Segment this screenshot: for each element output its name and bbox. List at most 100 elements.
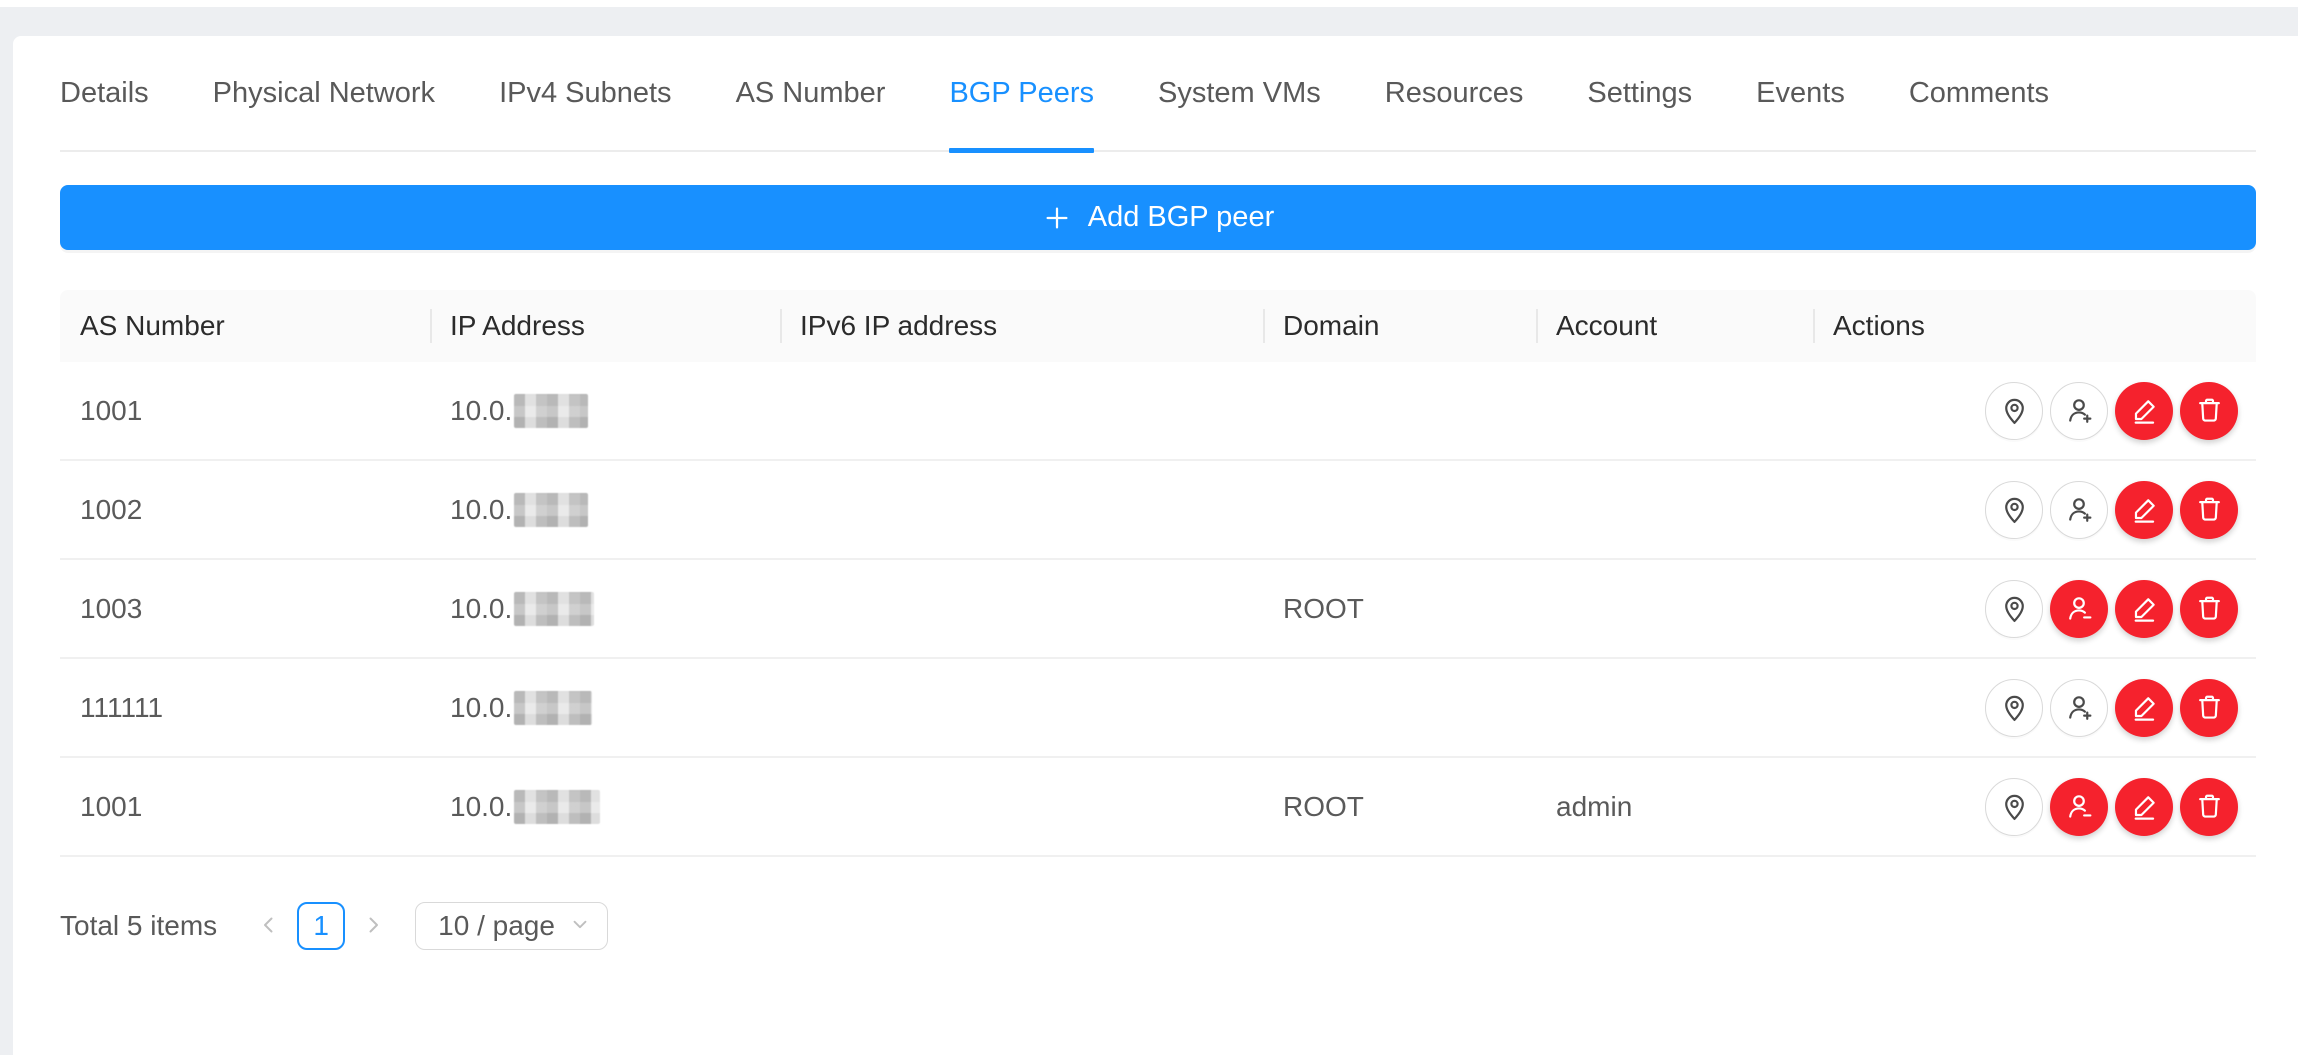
delete-bgp-peer-button[interactable] bbox=[2180, 580, 2238, 638]
ip-address-redacted-blur bbox=[514, 691, 592, 725]
add-account-button[interactable] bbox=[2050, 382, 2108, 440]
column-header-ipv6-ip-address: IPv6 IP address bbox=[780, 290, 1263, 362]
cell-ip-address: 10.0. bbox=[430, 790, 780, 824]
add-account-button[interactable] bbox=[2050, 679, 2108, 737]
tab-settings[interactable]: Settings bbox=[1587, 35, 1692, 151]
column-header-ip-address: IP Address bbox=[430, 290, 780, 362]
table-body: 100110.0.100210.0.100310.0.ROOT11111110.… bbox=[60, 362, 2256, 857]
column-header-account: Account bbox=[1536, 290, 1813, 362]
location-pin-icon bbox=[1999, 692, 2030, 723]
cell-actions bbox=[1813, 778, 2256, 836]
pagination-prev-button[interactable] bbox=[251, 902, 287, 950]
location-pin-icon bbox=[1999, 593, 2030, 624]
cell-actions bbox=[1813, 481, 2256, 539]
pagination-next-button[interactable] bbox=[355, 902, 391, 950]
cell-actions bbox=[1813, 580, 2256, 638]
cell-account: admin bbox=[1536, 791, 1813, 823]
edit-pencil-icon bbox=[2129, 494, 2160, 525]
cell-actions bbox=[1813, 679, 2256, 737]
cell-actions bbox=[1813, 382, 2256, 440]
edit-bgp-peer-button[interactable] bbox=[2115, 382, 2173, 440]
tab-ipv4-subnets[interactable]: IPv4 Subnets bbox=[499, 35, 672, 151]
edit-pencil-icon bbox=[2129, 692, 2160, 723]
delete-bgp-peer-button[interactable] bbox=[2180, 778, 2238, 836]
trash-icon bbox=[2194, 395, 2225, 426]
tab-comments[interactable]: Comments bbox=[1909, 35, 2049, 151]
pagination: Total 5 items 1 10 / page bbox=[60, 901, 2256, 951]
edit-bgp-peer-button[interactable] bbox=[2115, 481, 2173, 539]
user-add-icon bbox=[2064, 395, 2095, 426]
user-remove-icon bbox=[2064, 593, 2095, 624]
pagination-total: Total 5 items bbox=[60, 910, 217, 942]
view-location-button[interactable] bbox=[1985, 580, 2043, 638]
column-header-actions: Actions bbox=[1813, 290, 2256, 362]
ip-address-redacted-blur bbox=[514, 790, 600, 824]
add-bgp-peer-button[interactable]: Add BGP peer bbox=[60, 185, 2256, 250]
column-header-domain: Domain bbox=[1263, 290, 1536, 362]
cell-as-number: 1001 bbox=[60, 395, 430, 427]
edit-bgp-peer-button[interactable] bbox=[2115, 679, 2173, 737]
edit-bgp-peer-button[interactable] bbox=[2115, 580, 2173, 638]
ip-address-visible: 10.0. bbox=[450, 494, 512, 526]
trash-icon bbox=[2194, 791, 2225, 822]
edit-bgp-peer-button[interactable] bbox=[2115, 778, 2173, 836]
tab-system-vms[interactable]: System VMs bbox=[1158, 35, 1321, 151]
delete-bgp-peer-button[interactable] bbox=[2180, 679, 2238, 737]
cell-ip-address: 10.0. bbox=[430, 493, 780, 527]
tab-bgp-peers[interactable]: BGP Peers bbox=[949, 35, 1094, 151]
cell-ip-address: 10.0. bbox=[430, 394, 780, 428]
plus-icon bbox=[1042, 203, 1072, 233]
edit-pencil-icon bbox=[2129, 593, 2160, 624]
remove-account-button[interactable] bbox=[2050, 778, 2108, 836]
location-pin-icon bbox=[1999, 494, 2030, 525]
cell-as-number: 1003 bbox=[60, 593, 430, 625]
delete-bgp-peer-button[interactable] bbox=[2180, 382, 2238, 440]
add-account-button[interactable] bbox=[2050, 481, 2108, 539]
tab-as-number[interactable]: AS Number bbox=[736, 35, 886, 151]
cell-domain: ROOT bbox=[1263, 593, 1536, 625]
tab-resources[interactable]: Resources bbox=[1385, 35, 1524, 151]
view-location-button[interactable] bbox=[1985, 481, 2043, 539]
ip-address-redacted-blur bbox=[514, 592, 594, 626]
view-location-button[interactable] bbox=[1985, 679, 2043, 737]
ip-address-visible: 10.0. bbox=[450, 791, 512, 823]
view-location-button[interactable] bbox=[1985, 382, 2043, 440]
tab-physical-network[interactable]: Physical Network bbox=[213, 35, 435, 151]
cell-domain: ROOT bbox=[1263, 791, 1536, 823]
user-add-icon bbox=[2064, 494, 2095, 525]
table-row: 100310.0. ROOT bbox=[60, 560, 2256, 659]
tab-events[interactable]: Events bbox=[1756, 35, 1845, 151]
tab-bar: Details Physical Network IPv4 Subnets AS Nu… bbox=[60, 36, 2256, 152]
add-bgp-peer-label: Add BGP peer bbox=[1088, 201, 1274, 234]
tab-details[interactable]: Details bbox=[60, 35, 149, 151]
cell-as-number: 1002 bbox=[60, 494, 430, 526]
delete-bgp-peer-button[interactable] bbox=[2180, 481, 2238, 539]
trash-icon bbox=[2194, 593, 2225, 624]
cell-as-number: 111111 bbox=[60, 692, 430, 724]
user-add-icon bbox=[2064, 692, 2095, 723]
page-top-strip bbox=[0, 0, 2298, 7]
ip-address-visible: 10.0. bbox=[450, 692, 512, 724]
table-row: 1001 10.0. bbox=[60, 362, 2256, 461]
ip-address-redacted-blur bbox=[514, 394, 588, 428]
column-header-as-number: AS Number bbox=[60, 290, 430, 362]
cell-as-number: 1001 bbox=[60, 791, 430, 823]
bgp-peers-table: AS NumberIP AddressIPv6 IP addressDomain… bbox=[60, 290, 2256, 857]
chevron-right-icon bbox=[361, 913, 385, 940]
remove-account-button[interactable] bbox=[2050, 580, 2108, 638]
trash-icon bbox=[2194, 494, 2225, 525]
trash-icon bbox=[2194, 692, 2225, 723]
cell-ip-address: 10.0. bbox=[430, 592, 780, 626]
ip-address-visible: 10.0. bbox=[450, 395, 512, 427]
content-card: Details Physical Network IPv4 Subnets AS Nu… bbox=[13, 36, 2298, 1055]
edit-pencil-icon bbox=[2129, 395, 2160, 426]
pagination-page-1[interactable]: 1 bbox=[297, 902, 345, 950]
table-row: 111111 10.0. bbox=[60, 659, 2256, 758]
view-location-button[interactable] bbox=[1985, 778, 2043, 836]
location-pin-icon bbox=[1999, 791, 2030, 822]
table-row: 1001 10.0. ROOTadmin bbox=[60, 758, 2256, 857]
edit-pencil-icon bbox=[2129, 791, 2160, 822]
page-size-select[interactable]: 10 / page bbox=[415, 902, 608, 950]
location-pin-icon bbox=[1999, 395, 2030, 426]
user-remove-icon bbox=[2064, 791, 2095, 822]
